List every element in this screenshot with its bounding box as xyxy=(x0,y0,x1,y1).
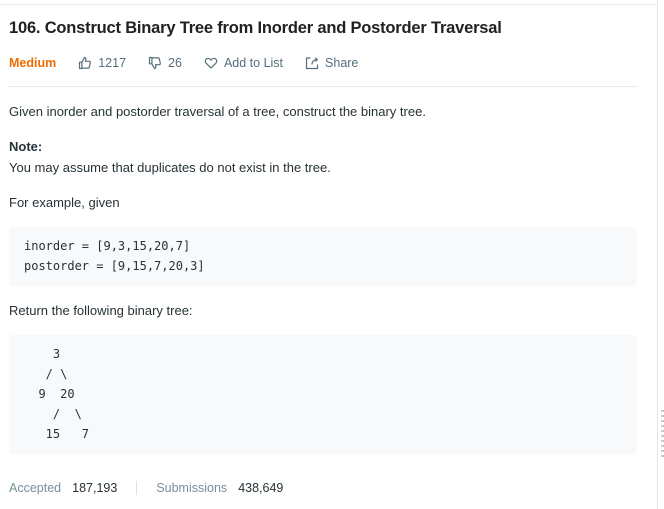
note-heading: Note: xyxy=(9,139,43,154)
share-label: Share xyxy=(325,56,359,70)
difficulty-badge: Medium xyxy=(9,56,57,70)
tree-code: 3 / \ 9 20 / \ 15 7 xyxy=(38,347,90,441)
submissions-label: Submissions xyxy=(156,481,228,495)
dislike-count: 26 xyxy=(168,56,182,70)
like-count: 1217 xyxy=(98,56,127,70)
description-intro: Given inorder and postorder traversal of… xyxy=(9,104,426,119)
problem-title: 106. Construct Binary Tree from Inorder … xyxy=(9,19,502,37)
like-button[interactable]: 1217 xyxy=(78,56,126,70)
example-code-block: inorder = [9,3,15,20,7] postorder = [9,1… xyxy=(9,227,637,286)
example-code: inorder = [9,3,15,20,7] postorder = [9,1… xyxy=(24,239,205,273)
share-button[interactable]: Share xyxy=(305,56,358,70)
add-to-list-button[interactable]: Add to List xyxy=(204,56,283,70)
share-icon xyxy=(305,57,319,70)
problem-stats: Accepted 187,193 Submissions 438,649 xyxy=(9,481,283,495)
accepted-label: Accepted xyxy=(9,481,62,495)
dislike-button[interactable]: 26 xyxy=(148,56,182,70)
return-text: Return the following binary tree: xyxy=(9,303,193,318)
thumbs-up-icon xyxy=(79,56,92,70)
accepted-value: 187,193 xyxy=(72,481,118,495)
header-divider xyxy=(9,86,637,87)
submissions-value: 438,649 xyxy=(238,481,284,495)
add-to-list-label: Add to List xyxy=(223,56,284,70)
stats-divider xyxy=(136,481,138,495)
top-border xyxy=(0,0,658,5)
example-intro: For example, given xyxy=(9,195,120,210)
note-text: You may assume that duplicates do not ex… xyxy=(9,160,331,175)
panel-divider xyxy=(657,0,658,509)
tree-code-block: 3 / \ 9 20 / \ 15 7 xyxy=(9,335,637,454)
heart-icon xyxy=(204,57,218,69)
problem-meta-bar: Medium 1217 26 Add to List Share xyxy=(9,55,380,71)
thumbs-down-icon xyxy=(148,56,161,70)
